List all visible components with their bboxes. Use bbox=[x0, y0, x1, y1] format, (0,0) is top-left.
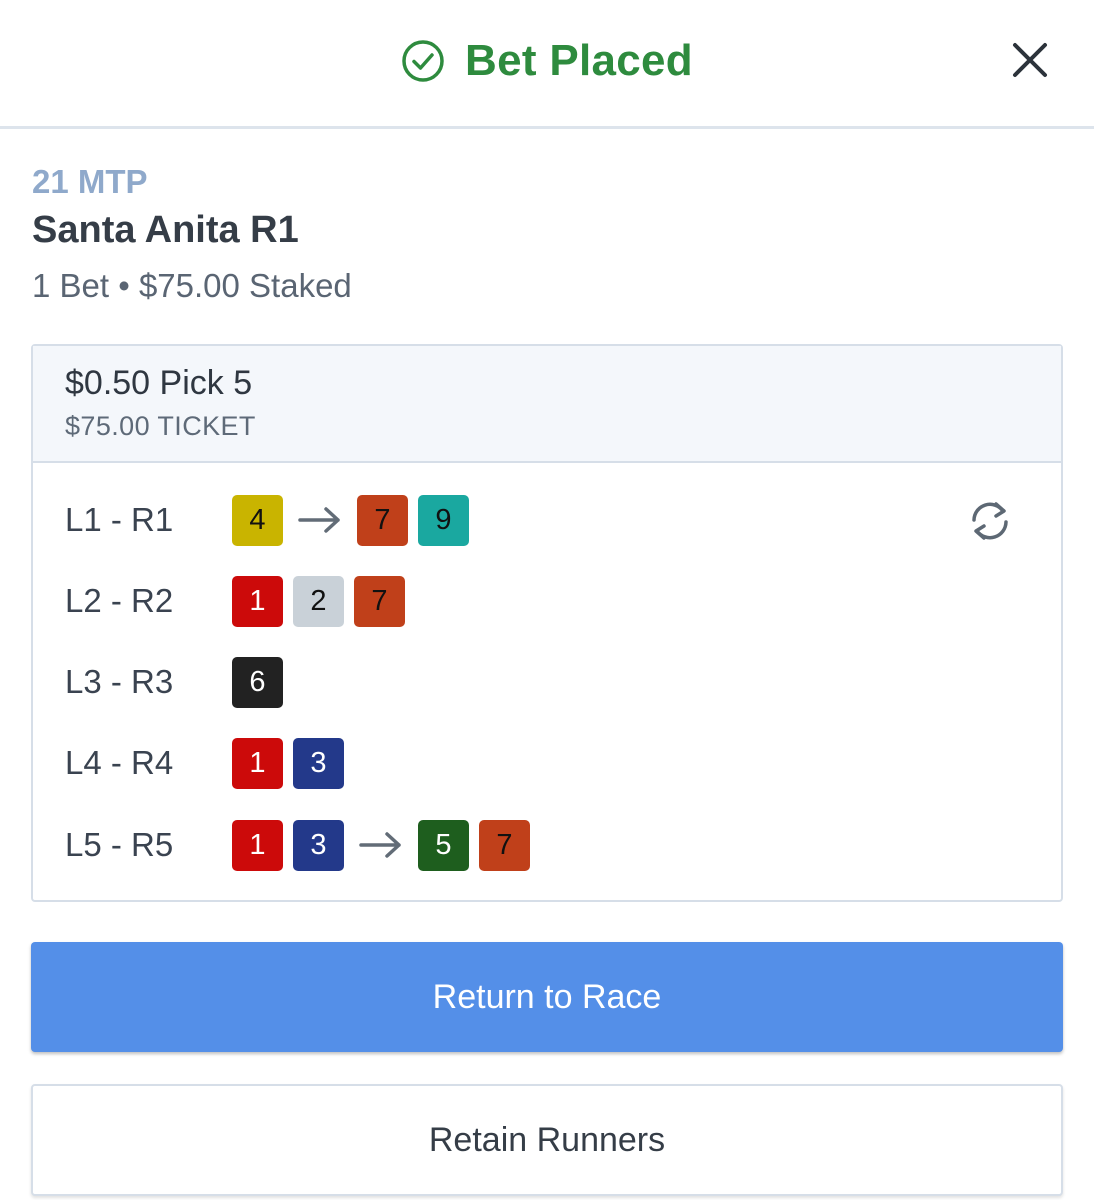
runner-saddle-cloth: 7 bbox=[479, 819, 530, 871]
leg-row: L3 - R3 6 bbox=[65, 656, 293, 708]
return-to-race-button[interactable]: Return to Race bbox=[31, 942, 1063, 1052]
minutes-to-post: 21 MTP bbox=[32, 163, 148, 200]
retain-runners-button[interactable]: Retain Runners bbox=[31, 1084, 1063, 1196]
runner-saddle-cloth: 1 bbox=[232, 575, 283, 627]
check-circle-icon bbox=[402, 40, 444, 82]
leg-label: L1 - R1 bbox=[65, 501, 174, 538]
runner-saddle-cloth: 4 bbox=[232, 494, 283, 546]
leg-runners: 6 bbox=[232, 656, 293, 708]
leg-runners: 13 57 bbox=[232, 819, 540, 871]
bet-card-header: $0.50 Pick 5 $75.00 TICKET bbox=[33, 346, 1061, 463]
close-icon[interactable] bbox=[1010, 40, 1050, 80]
race-name: Santa Anita R1 bbox=[32, 209, 299, 251]
runner-saddle-cloth: 1 bbox=[232, 737, 283, 789]
runner-saddle-cloth: 3 bbox=[293, 737, 344, 789]
leg-row: L1 - R1 4 79 bbox=[65, 494, 479, 546]
runner-saddle-cloth: 5 bbox=[418, 819, 469, 871]
leg-label: L3 - R3 bbox=[65, 663, 174, 700]
arrow-right-icon bbox=[359, 832, 401, 858]
runner-saddle-cloth: 2 bbox=[293, 575, 344, 627]
header-title-group: Bet Placed bbox=[0, 36, 1094, 86]
bet-summary: 1 Bet • $75.00 Staked bbox=[32, 267, 352, 304]
runner-saddle-cloth: 7 bbox=[354, 575, 405, 627]
leg-label: L4 - R4 bbox=[65, 744, 174, 781]
modal-header: Bet Placed bbox=[0, 0, 1094, 129]
leg-row: L5 - R5 13 57 bbox=[65, 819, 540, 871]
modal-title: Bet Placed bbox=[465, 36, 693, 85]
bet-type: $0.50 Pick 5 bbox=[65, 364, 253, 402]
refresh-swap-icon[interactable] bbox=[965, 496, 1015, 546]
bet-card: $0.50 Pick 5 $75.00 TICKET L1 - R1 479 L… bbox=[31, 344, 1063, 902]
ticket-cost: $75.00 TICKET bbox=[65, 411, 256, 441]
leg-label: L2 - R2 bbox=[65, 582, 174, 619]
runner-saddle-cloth: 3 bbox=[293, 819, 344, 871]
leg-runners: 4 79 bbox=[232, 494, 479, 546]
runner-saddle-cloth: 7 bbox=[357, 494, 408, 546]
leg-label: L5 - R5 bbox=[65, 826, 174, 863]
arrow-right-icon bbox=[298, 507, 340, 533]
leg-runners: 127 bbox=[232, 575, 415, 627]
leg-row: L2 - R2 127 bbox=[65, 575, 415, 627]
runner-saddle-cloth: 9 bbox=[418, 494, 469, 546]
leg-row: L4 - R4 13 bbox=[65, 737, 354, 789]
runner-saddle-cloth: 6 bbox=[232, 656, 283, 708]
runner-saddle-cloth: 1 bbox=[232, 819, 283, 871]
leg-runners: 13 bbox=[232, 737, 354, 789]
